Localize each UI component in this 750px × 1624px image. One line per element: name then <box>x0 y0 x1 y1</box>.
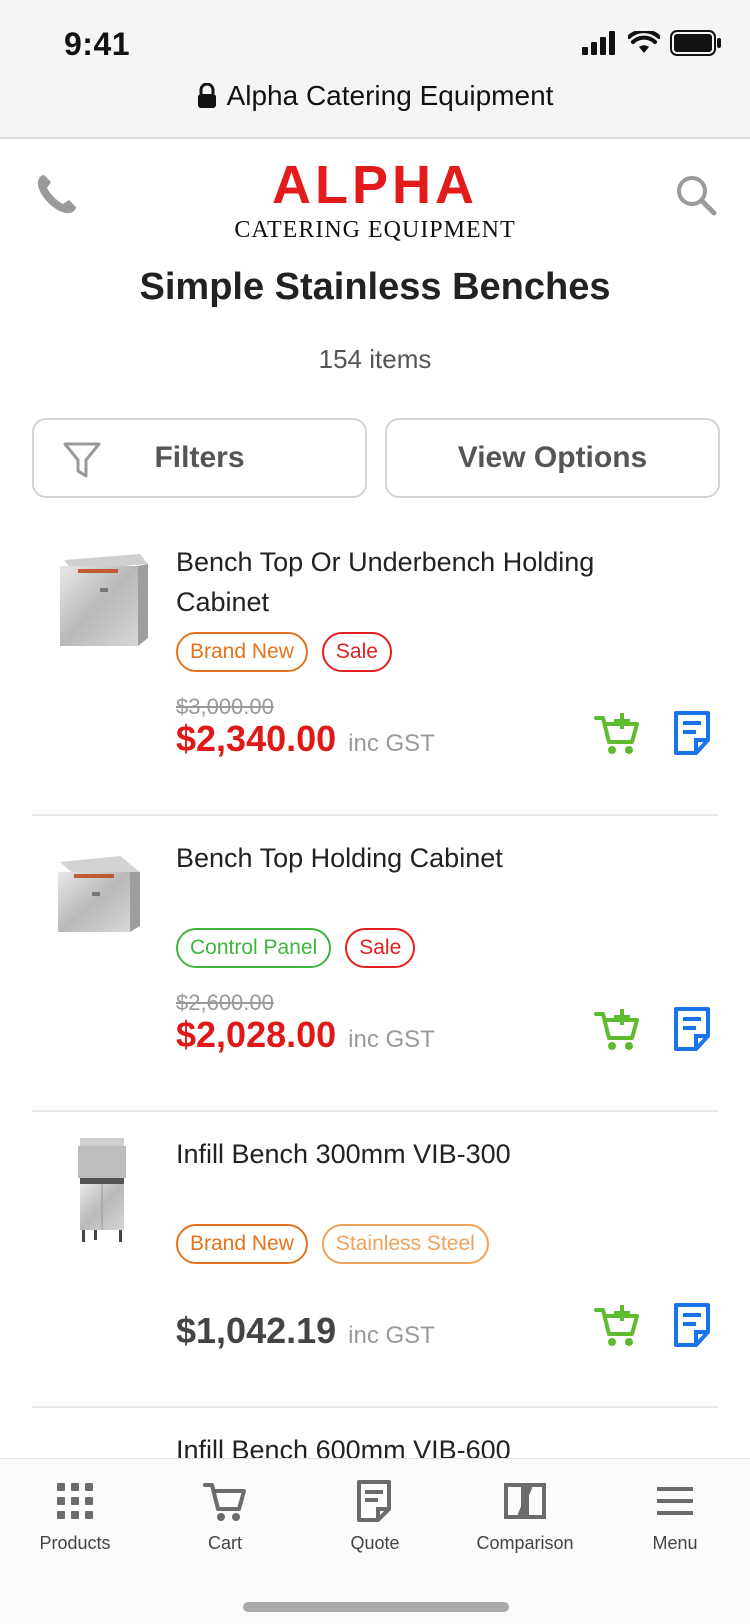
add-to-quote-icon[interactable] <box>672 1006 712 1052</box>
gst-label: inc GST <box>348 1026 435 1053</box>
add-to-cart-icon[interactable] <box>594 1006 640 1052</box>
product-image[interactable] <box>50 1134 154 1244</box>
product-image[interactable] <box>50 838 154 948</box>
tab-products-label: Products <box>39 1533 111 1553</box>
price: $1,042.19 <box>176 1310 337 1351</box>
product-tags: Brand New Stainless Steel <box>176 1224 489 1264</box>
add-to-quote-icon[interactable] <box>672 1302 712 1348</box>
tag-sale: Sale <box>345 928 416 968</box>
sale-price: $2,028.00 <box>176 1014 337 1055</box>
list-actions: Filters View Options <box>32 418 720 498</box>
tab-menu[interactable]: Menu <box>600 1459 750 1569</box>
filter-icon <box>63 442 101 478</box>
sale-price: $2,340.00 <box>176 718 337 759</box>
product-item[interactable]: Bench Top Holding Cabinet Control Panel … <box>32 816 718 1112</box>
item-count: 154 items <box>318 344 432 374</box>
cellular-signal-icon <box>582 31 615 55</box>
hamburger-menu-icon <box>657 1487 693 1515</box>
status-icons <box>582 30 722 56</box>
tag-control-panel: Control Panel <box>176 928 332 968</box>
product-item[interactable]: Infill Bench 300mm VIB-300 Brand New Sta… <box>32 1112 718 1408</box>
price-row: $1,042.19 inc GST <box>176 1310 435 1352</box>
filters-label: Filters <box>154 441 245 474</box>
url-title: Alpha Catering Equipment <box>226 80 554 111</box>
original-price: $2,600.00 <box>176 990 274 1015</box>
product-image[interactable] <box>50 542 154 652</box>
product-name[interactable]: Bench Top Or Underbench Holding Cabinet <box>176 542 676 622</box>
view-options-label: View Options <box>457 441 648 474</box>
tab-products[interactable]: Products <box>0 1459 150 1569</box>
status-time: 9:41 <box>64 26 131 62</box>
battery-icon <box>670 30 721 56</box>
quote-icon <box>357 1480 391 1522</box>
site-header: ALPHA CATERING EQUIPMENT <box>0 141 750 251</box>
price-row: $2,028.00 inc GST <box>176 1014 435 1056</box>
alpha-logo[interactable]: ALPHA CATERING EQUIPMENT <box>232 155 518 245</box>
tag-stainless-steel: Stainless Steel <box>321 1224 489 1264</box>
phone-icon[interactable] <box>32 171 80 219</box>
product-name[interactable]: Bench Top Holding Cabinet <box>176 838 676 878</box>
product-name[interactable]: Infill Bench 300mm VIB-300 <box>176 1134 676 1174</box>
gst-label: inc GST <box>348 730 435 757</box>
tag-sale: Sale <box>321 632 392 672</box>
tab-cart[interactable]: Cart <box>150 1459 300 1569</box>
logo-sub-text: CATERING EQUIPMENT <box>234 217 515 243</box>
lock-icon <box>197 83 216 108</box>
add-to-cart-icon[interactable] <box>594 710 640 756</box>
filters-button[interactable]: Filters <box>32 418 367 498</box>
comparison-icon <box>504 1483 546 1519</box>
url-bar[interactable]: Alpha Catering Equipment <box>0 80 750 112</box>
wifi-icon <box>628 31 660 53</box>
tab-comparison[interactable]: Comparison <box>450 1459 600 1569</box>
home-indicator[interactable] <box>243 1602 509 1612</box>
tab-quote[interactable]: Quote <box>300 1459 450 1569</box>
search-icon[interactable] <box>672 171 720 219</box>
tag-brand-new: Brand New <box>176 1224 308 1264</box>
tab-comparison-label: Comparison <box>476 1533 574 1553</box>
gst-label: inc GST <box>348 1322 435 1349</box>
tag-brand-new: Brand New <box>176 632 308 672</box>
add-to-cart-icon[interactable] <box>594 1302 640 1348</box>
original-price: $3,000.00 <box>176 694 274 719</box>
logo-main-text: ALPHA <box>272 155 478 215</box>
tab-menu-label: Menu <box>652 1533 698 1553</box>
browser-chrome: 9:41 Alpha Catering Equipment <box>0 0 750 139</box>
view-options-button[interactable]: View Options <box>385 418 720 498</box>
tab-cart-label: Cart <box>207 1533 242 1553</box>
price-row: $2,340.00 inc GST <box>176 718 435 760</box>
grid-icon <box>57 1483 93 1519</box>
cart-icon <box>203 1483 246 1521</box>
add-to-quote-icon[interactable] <box>672 710 712 756</box>
page-title: Simple Stainless Benches <box>139 266 611 308</box>
product-tags: Control Panel Sale <box>176 928 416 968</box>
bottom-tab-bar: Products Cart Quote Comparison Menu <box>0 1458 750 1624</box>
product-item[interactable]: Bench Top Or Underbench Holding Cabinet … <box>32 520 718 816</box>
product-tags: Brand New Sale <box>176 632 392 672</box>
tab-quote-label: Quote <box>350 1533 400 1553</box>
